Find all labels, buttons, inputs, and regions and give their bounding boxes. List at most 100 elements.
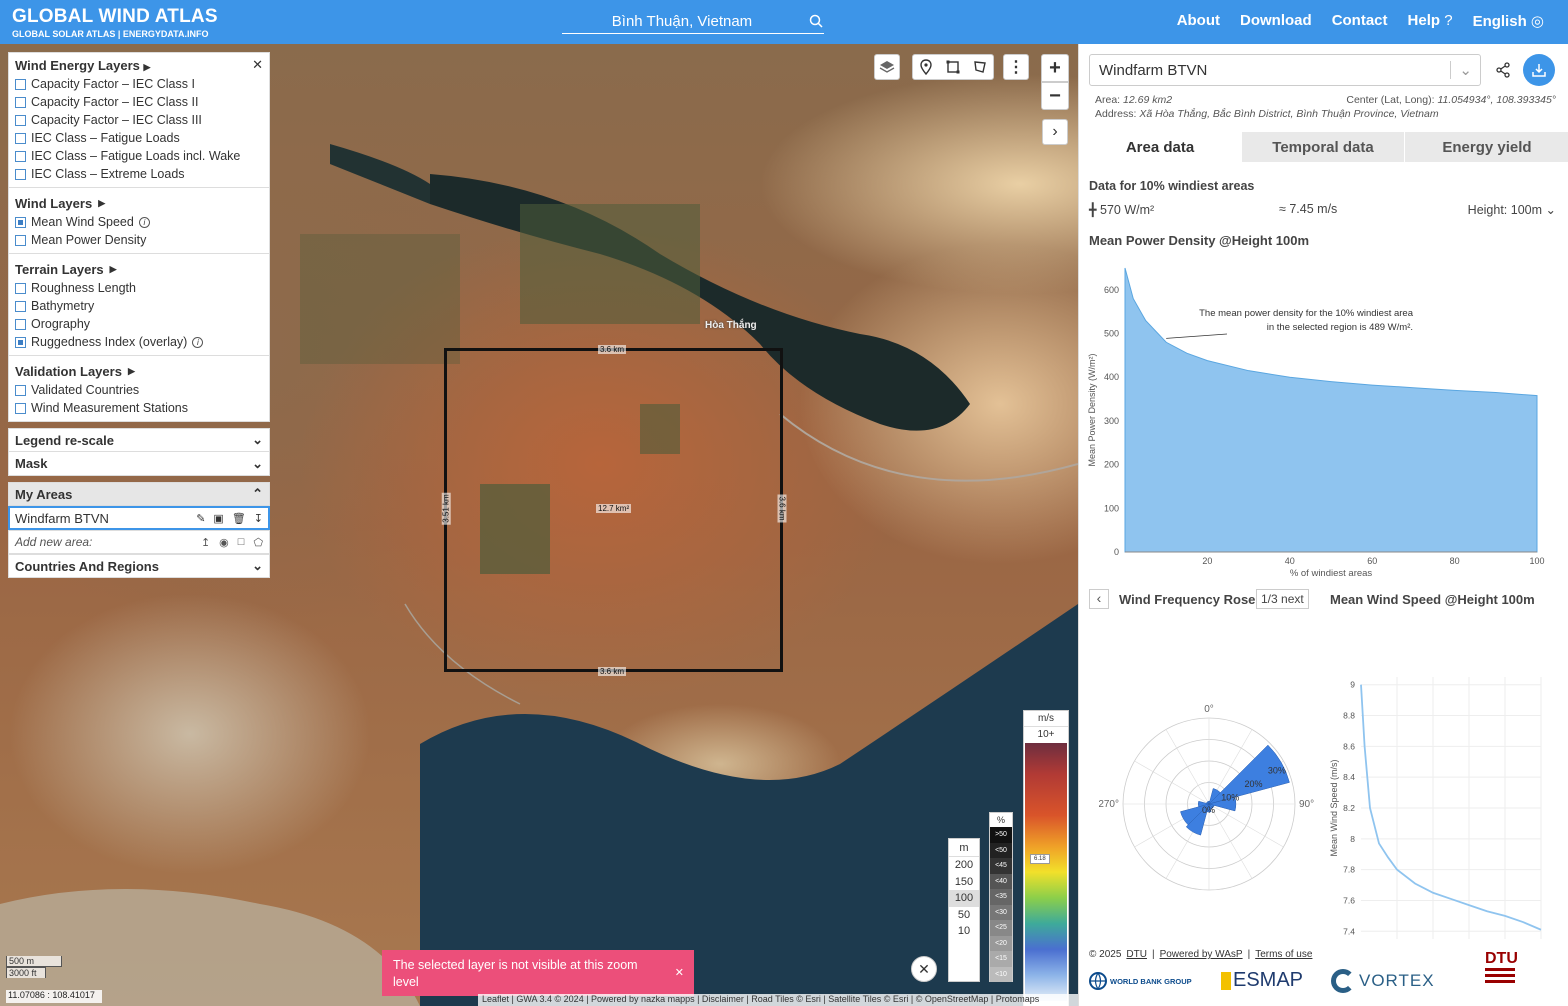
draw-polygon-icon[interactable]: [973, 60, 987, 74]
upload-icon[interactable]: ↥: [201, 536, 210, 549]
add-polygon-icon[interactable]: ⬠: [253, 536, 263, 549]
tab-temporal-data[interactable]: Temporal data: [1242, 132, 1404, 162]
height-option-150[interactable]: 150: [949, 874, 979, 891]
height-option-50[interactable]: 50: [949, 907, 979, 924]
wind-energy-layers-title[interactable]: Wind Energy Layers ▶ ✕: [9, 53, 269, 75]
height-option-200[interactable]: 200: [949, 857, 979, 874]
layer-checkbox[interactable]: [15, 402, 26, 414]
info-icon[interactable]: i: [192, 336, 204, 348]
brand-subtitle[interactable]: GLOBAL SOLAR ATLAS | ENERGYDATA.INFO: [12, 29, 209, 39]
wind-speed-legend[interactable]: m/s 10+ 6.18 0: [1023, 710, 1069, 1006]
layer-checkbox[interactable]: [15, 384, 26, 396]
search-icon[interactable]: [808, 13, 824, 29]
map-attribution[interactable]: Leaflet | GWA 3.4 © 2024 | Powered by na…: [478, 994, 1078, 1006]
layer-item[interactable]: IEC Class – Extreme Loads: [9, 165, 269, 183]
layer-checkbox[interactable]: [15, 132, 26, 144]
mask-toggle[interactable]: Mask ⌄: [8, 452, 270, 476]
layer-item[interactable]: Mean Power Density: [9, 231, 269, 249]
zoom-in-button[interactable]: +: [1041, 54, 1069, 82]
tab-area-data[interactable]: Area data: [1079, 132, 1241, 162]
layer-checkbox[interactable]: [15, 318, 26, 330]
wind-frequency-rose-chart[interactable]: 0°90°180°270°0%10%20%30%: [1099, 664, 1317, 894]
layer-checkbox[interactable]: [15, 282, 26, 294]
aoi-bottom-length: 3.6 km: [598, 667, 627, 676]
zoom-out-button[interactable]: −: [1041, 82, 1069, 110]
expand-panel-button[interactable]: ›: [1042, 119, 1068, 145]
download-report-button[interactable]: [1523, 54, 1555, 86]
layer-item[interactable]: Capacity Factor – IEC Class II: [9, 93, 269, 111]
esmap-mark-icon: [1221, 971, 1231, 990]
mean-power-density-chart[interactable]: 0 100 200 300 400 500 600 20 40 60 80 100 Mean Power…: [1083, 256, 1553, 581]
my-area-row[interactable]: Windfarm BTVN ✎ ▣ 🗑 ↧: [8, 506, 270, 530]
layer-checkbox[interactable]: [15, 216, 26, 228]
layer-item[interactable]: IEC Class – Fatigue Loads incl. Wake: [9, 147, 269, 165]
delete-icon[interactable]: 🗑: [232, 512, 246, 525]
countries-regions-toggle[interactable]: Countries And Regions ⌄: [8, 554, 270, 578]
toast-close-icon[interactable]: ✕: [675, 966, 684, 979]
mean-wind-speed-chart[interactable]: 7.4 7.6 7.8 8 8.2 8.4 8.6 8.8 9 20 40 60 80 100 Mean W…: [1325, 619, 1561, 944]
my-areas-toggle[interactable]: My Areas ⌃: [8, 482, 270, 506]
layer-item[interactable]: Wind Measurement Stations: [9, 399, 269, 417]
nav-language[interactable]: English ◎: [1473, 12, 1544, 30]
chevron-down-icon: ⌄: [1545, 203, 1556, 217]
draw-rectangle-icon[interactable]: [946, 60, 960, 74]
rose-pager[interactable]: 1/3 next: [1256, 589, 1309, 609]
layer-item[interactable]: Capacity Factor – IEC Class III: [9, 111, 269, 129]
rose-ring-label: 20%: [1245, 779, 1263, 789]
rose-prev-button[interactable]: ‹: [1089, 589, 1109, 609]
layer-checkbox[interactable]: [15, 336, 26, 348]
add-marker-icon[interactable]: ◉: [219, 536, 229, 549]
area-select-dropdown[interactable]: Windfarm BTVN ⌄: [1089, 54, 1481, 86]
clear-button[interactable]: ✕: [911, 956, 937, 982]
height-option-10[interactable]: 10: [949, 923, 979, 940]
layer-checkbox[interactable]: [15, 234, 26, 246]
layer-checkbox[interactable]: [15, 150, 26, 162]
layer-checkbox[interactable]: [15, 114, 26, 126]
height-dropdown[interactable]: Height: 100m ⌄: [1468, 202, 1556, 217]
marker-icon[interactable]: [919, 59, 933, 75]
layer-item[interactable]: Bathymetry: [9, 297, 269, 315]
layer-checkbox[interactable]: [15, 168, 26, 180]
download-icon[interactable]: ↧: [254, 512, 263, 525]
add-rectangle-icon[interactable]: □: [238, 536, 245, 549]
search-box: [562, 10, 824, 34]
vortex-logo[interactable]: VORTEX: [1331, 969, 1435, 993]
share-button[interactable]: [1491, 58, 1515, 82]
globe-logo-icon: [1089, 972, 1107, 990]
validation-layers-title[interactable]: Validation Layers ▶: [9, 360, 269, 381]
layers-button[interactable]: [874, 54, 900, 80]
dtu-logo[interactable]: DTU: [1485, 950, 1518, 986]
legend-rescale-toggle[interactable]: Legend re-scale ⌄: [8, 428, 270, 452]
layer-item[interactable]: IEC Class – Fatigue Loads: [9, 129, 269, 147]
layer-item[interactable]: Orography: [9, 315, 269, 333]
footer-wasp-link[interactable]: Powered by WAsP: [1160, 949, 1243, 960]
layer-item[interactable]: Validated Countries: [9, 381, 269, 399]
layer-item[interactable]: Mean Wind Speed i: [9, 213, 269, 231]
edit-shape-icon[interactable]: ▣: [213, 512, 223, 525]
nav-about[interactable]: About: [1177, 12, 1220, 30]
search-input[interactable]: [562, 10, 802, 32]
brand-title[interactable]: GLOBAL WIND ATLAS: [12, 6, 218, 28]
footer-terms-link[interactable]: Terms of use: [1255, 949, 1312, 960]
layer-item[interactable]: Roughness Length: [9, 279, 269, 297]
footer-dtu-link[interactable]: DTU: [1126, 949, 1147, 960]
info-icon[interactable]: i: [138, 216, 150, 228]
close-panel-icon[interactable]: ✕: [252, 57, 263, 73]
layer-item[interactable]: Ruggedness Index (overlay) i: [9, 333, 269, 351]
layer-checkbox[interactable]: [15, 300, 26, 312]
layer-checkbox[interactable]: [15, 78, 26, 90]
nav-download[interactable]: Download: [1240, 12, 1312, 30]
edit-icon[interactable]: ✎: [196, 512, 205, 525]
world-bank-logo[interactable]: WORLD BANK GROUP: [1089, 972, 1192, 990]
more-menu-button[interactable]: ⋮: [1003, 54, 1029, 80]
layer-label: Wind Measurement Stations: [31, 401, 189, 415]
esmap-logo[interactable]: ESMAP: [1221, 969, 1303, 992]
nav-contact[interactable]: Contact: [1332, 12, 1388, 30]
wind-layers-title[interactable]: Wind Layers ▶: [9, 192, 269, 213]
height-option-100[interactable]: 100: [949, 890, 979, 907]
nav-help[interactable]: Help ?: [1408, 12, 1453, 30]
terrain-layers-title[interactable]: Terrain Layers ▶: [9, 258, 269, 279]
layer-checkbox[interactable]: [15, 96, 26, 108]
layer-item[interactable]: Capacity Factor – IEC Class I: [9, 75, 269, 93]
tab-energy-yield[interactable]: Energy yield: [1405, 132, 1568, 162]
